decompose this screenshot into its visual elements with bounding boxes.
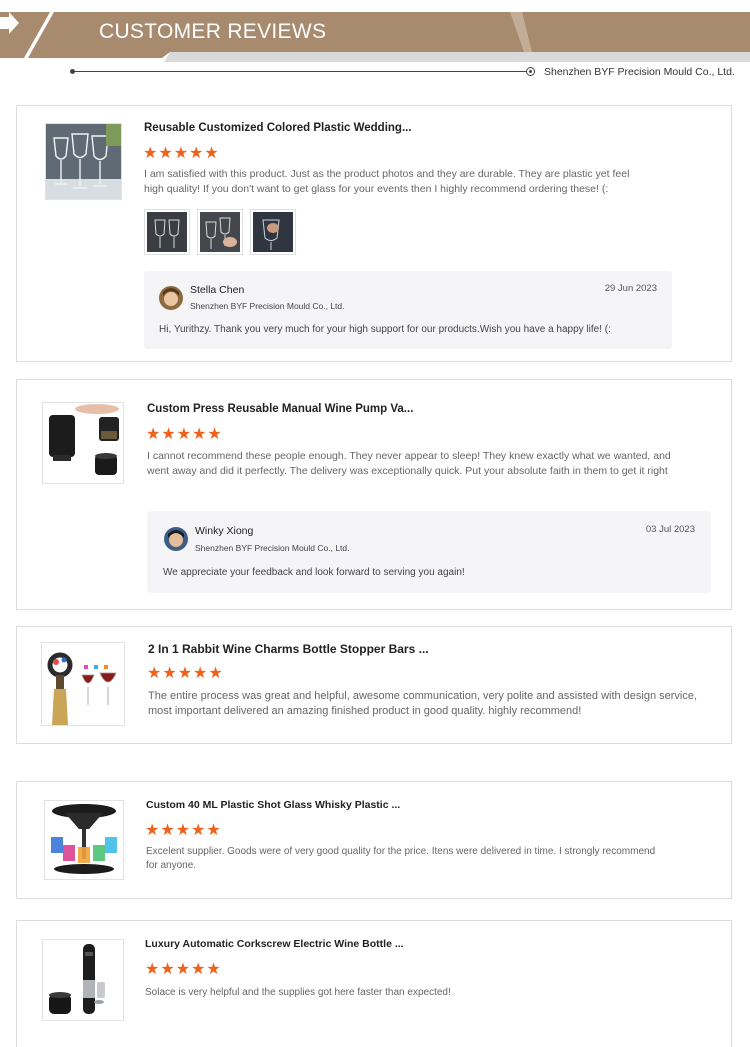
review-photo[interactable]: [250, 209, 296, 255]
reply-text: Hi, Yurithzy. Thank you very much for yo…: [159, 324, 611, 335]
review-card: Custom 40 ML Plastic Shot Glass Whisky P…: [16, 781, 732, 899]
star-rating: ★★★★★: [145, 961, 222, 978]
review-photos: [144, 209, 296, 255]
review-card: Custom Press Reusable Manual Wine Pump V…: [16, 379, 732, 610]
review-text: I cannot recommend these people enough. …: [147, 450, 671, 477]
header-divider: [72, 71, 528, 72]
shot-glass-dispenser-icon: [45, 801, 123, 879]
product-title[interactable]: 2 In 1 Rabbit Wine Charms Bottle Stopper…: [148, 642, 429, 656]
review-photo[interactable]: [197, 209, 243, 255]
user-avatar-icon: [164, 527, 188, 551]
arrow-right-icon: [0, 12, 19, 34]
glass-photo-3: [253, 212, 293, 252]
reviews-banner: CUSTOMER REVIEWS: [0, 12, 750, 62]
star-rating: ★★★★★: [146, 426, 223, 443]
review-text: I am satisfied with this product. Just a…: [144, 168, 630, 195]
product-thumbnail[interactable]: [42, 402, 124, 484]
reply-author: Stella Chen: [190, 284, 245, 296]
wine-glasses-icon: [46, 124, 121, 199]
product-title[interactable]: Luxury Automatic Corkscrew Electric Wine…: [145, 938, 404, 950]
divider-dot: [526, 67, 535, 76]
star-rating: ★★★★★: [147, 665, 224, 682]
reply-company: Shenzhen BYF Precision Mould Co., Ltd.: [195, 543, 350, 553]
review-card: 2 In 1 Rabbit Wine Charms Bottle Stopper…: [16, 626, 732, 744]
product-title[interactable]: Custom 40 ML Plastic Shot Glass Whisky P…: [146, 799, 400, 811]
reply-date: 03 Jul 2023: [645, 524, 695, 535]
wine-pump-stopper-icon: [43, 403, 123, 483]
product-thumbnail[interactable]: [41, 642, 125, 726]
seller-reply: Stella Chen Shenzhen BYF Precision Mould…: [144, 271, 672, 349]
page-title: CUSTOMER REVIEWS: [99, 20, 327, 43]
electric-corkscrew-icon: [43, 940, 123, 1020]
star-rating: ★★★★★: [143, 145, 220, 162]
product-thumbnail[interactable]: [42, 939, 124, 1021]
glass-photo-2: [200, 212, 240, 252]
product-thumbnail[interactable]: [44, 800, 124, 880]
wine-charm-stopper-icon: [42, 643, 124, 725]
star-rating: ★★★★★: [145, 822, 222, 839]
review-text: Excelent supplier. Goods were of very go…: [146, 846, 656, 871]
company-name: Shenzhen BYF Precision Mould Co., Ltd.: [544, 66, 735, 78]
reply-company: Shenzhen BYF Precision Mould Co., Ltd.: [190, 301, 345, 311]
review-text: Solace is very helpful and the supplies …: [145, 987, 451, 998]
reply-text: We appreciate your feedback and look for…: [163, 567, 465, 578]
product-title[interactable]: Reusable Customized Colored Plastic Wedd…: [144, 122, 412, 134]
review-card: Reusable Customized Colored Plastic Wedd…: [16, 105, 732, 362]
avatar: [164, 527, 188, 551]
user-avatar-icon: [159, 286, 183, 310]
avatar: [159, 286, 183, 310]
review-photo[interactable]: [144, 209, 190, 255]
product-thumbnail[interactable]: [45, 123, 122, 200]
reply-author: Winky Xiong: [195, 525, 254, 537]
seller-reply: Winky Xiong Shenzhen BYF Precision Mould…: [147, 511, 711, 593]
product-title[interactable]: Custom Press Reusable Manual Wine Pump V…: [147, 403, 413, 415]
review-card: Luxury Automatic Corkscrew Electric Wine…: [16, 920, 732, 1047]
reply-date: 29 Jun 2023: [604, 283, 657, 294]
review-text: The entire process was great and helpful…: [148, 690, 698, 717]
glass-photo-1: [147, 212, 187, 252]
